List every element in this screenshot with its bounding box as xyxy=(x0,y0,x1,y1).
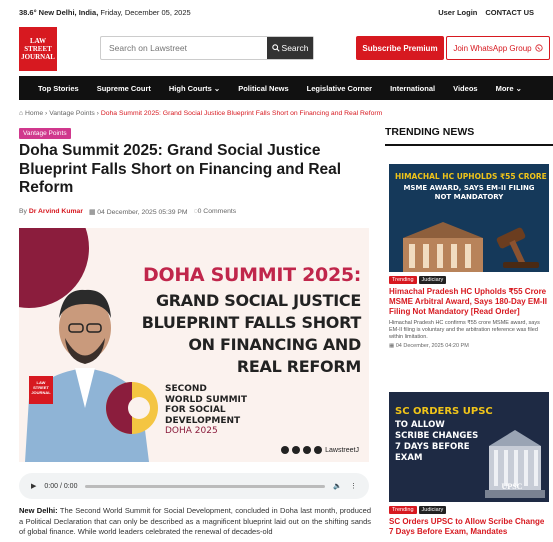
user-login-link[interactable]: User Login xyxy=(438,8,477,17)
summit-text: SECOND WORLD SUMMIT FOR SOCIAL DEVELOPME… xyxy=(165,384,248,436)
search-button[interactable]: Search xyxy=(267,37,313,59)
publish-date: ▦ 04 December, 2025 05:39 PM xyxy=(89,208,188,216)
trending-card[interactable]: SC ORDERS UPSC TO ALLOW SCRIBE CHANGES 7… xyxy=(389,392,549,537)
article-title: Doha Summit 2025: Grand Social Justice B… xyxy=(19,142,342,196)
nav-more-label: More xyxy=(495,83,514,93)
weather-text: 38.6° New Delhi, India, xyxy=(19,7,99,17)
social-handle: LawstreetJ xyxy=(281,446,359,454)
comments-count[interactable]: ◌0 Comments xyxy=(194,208,237,216)
upsc-caption: UPSC xyxy=(501,482,523,491)
nav-supreme-court[interactable]: Supreme Court xyxy=(88,84,160,93)
trending-heading: TRENDING NEWS xyxy=(385,126,475,138)
calendar-icon: ▦ xyxy=(88,209,96,216)
logo-line-2: STREET xyxy=(24,45,52,53)
byline: By Dr Arvind Kumar xyxy=(19,208,83,216)
handle-text: LawstreetJ xyxy=(325,446,359,454)
article-body: New Delhi: The Second World Summit for S… xyxy=(19,506,371,538)
by-label: By xyxy=(19,208,27,215)
card-badges: Trending Judiciary xyxy=(389,276,549,284)
audio-time: 0:00 / 0:00 xyxy=(44,482,78,490)
gavel-icon xyxy=(496,227,539,268)
search-button-label: Search xyxy=(281,43,309,53)
trending-badge[interactable]: Trending xyxy=(389,506,417,514)
x-icon xyxy=(314,446,323,454)
audio-player: ▶ 0:00 / 0:00 🔈 ⋮ xyxy=(19,473,369,499)
nav-legislative-corner[interactable]: Legislative Corner xyxy=(298,84,381,93)
summit-emblem xyxy=(106,382,158,434)
logo-line-3: JOURNAL xyxy=(21,53,55,61)
search-input[interactable] xyxy=(101,37,267,59)
nav-high-courts[interactable]: High Courts ⌄ xyxy=(160,84,229,93)
nav-top-stories[interactable]: Top Stories xyxy=(29,84,88,93)
trending-card-title[interactable]: SC Orders UPSC to Allow Scribe Change 7 … xyxy=(389,517,549,537)
breadcrumb-section[interactable]: Vantage Points xyxy=(49,110,95,117)
court-building-illustration xyxy=(403,222,483,272)
site-header: LAW STREET JOURNAL Search Subscribe Prem… xyxy=(0,24,553,74)
trending-card-image[interactable]: SC ORDERS UPSC TO ALLOW SCRIBE CHANGES 7… xyxy=(389,392,549,502)
facebook-icon xyxy=(292,446,301,454)
linkedin-icon xyxy=(303,446,312,454)
chevron-down-icon: ⌄ xyxy=(213,83,221,93)
hero-headline-body: GRAND SOCIAL JUSTICE BLUEPRINT FALLS SHO… xyxy=(141,291,362,376)
comments-text: 0 Comments xyxy=(197,208,237,215)
play-icon[interactable]: ▶ xyxy=(31,482,36,490)
breadcrumb: ⌂ Home › Vantage Points › Doha Summit 20… xyxy=(19,110,382,117)
judiciary-badge[interactable]: Judiciary xyxy=(418,506,447,514)
card-badges: Trending Judiciary xyxy=(389,506,549,514)
instagram-icon xyxy=(281,446,290,454)
trending-card-date-text: 04 December, 2025 04:20 PM xyxy=(395,343,469,349)
author-link[interactable]: Dr Arvind Kumar xyxy=(29,208,83,215)
publish-date-text: 04 December, 2025 05:39 PM xyxy=(97,209,188,216)
breadcrumb-current: Doha Summit 2025: Grand Social Justice B… xyxy=(100,110,383,117)
calendar-icon: ▦ xyxy=(389,343,395,349)
logo-line-1: LAW xyxy=(30,37,46,45)
search-box: Search xyxy=(100,36,314,60)
breadcrumb-home[interactable]: Home xyxy=(25,110,43,117)
top-bar: 38.6° New Delhi, India, Friday, December… xyxy=(0,0,553,24)
nav-videos[interactable]: Videos xyxy=(444,84,486,93)
volume-icon[interactable]: 🔈 xyxy=(333,482,342,490)
join-whatsapp-button[interactable]: Join WhatsApp Group xyxy=(446,36,550,60)
search-icon xyxy=(271,44,280,52)
home-icon: ⌂ xyxy=(19,110,24,117)
nav-high-courts-label: High Courts xyxy=(168,83,212,93)
watermark-logo: LAW STREET JOURNAL xyxy=(29,376,53,404)
trending-card[interactable]: HIMACHAL HC UPHOLDS ₹55 CRORE MSME AWARD… xyxy=(389,164,549,349)
trending-card-title[interactable]: Himachal Pradesh HC Upholds ₹55 Crore MS… xyxy=(389,287,549,317)
subscribe-premium-button[interactable]: Subscribe Premium xyxy=(356,36,444,60)
date-text: Friday, December 05, 2025 xyxy=(98,7,191,17)
trending-card-excerpt: Himachal Pradesh HC confirms ₹55 crore M… xyxy=(389,320,540,340)
trending-card-image[interactable]: HIMACHAL HC UPHOLDS ₹55 CRORE MSME AWARD… xyxy=(389,164,549,272)
judiciary-badge[interactable]: Judiciary xyxy=(418,276,447,284)
date-weather: 38.6° New Delhi, India, Friday, December… xyxy=(19,8,191,17)
whatsapp-label: Join WhatsApp Group xyxy=(453,43,532,53)
nav-more[interactable]: More ⌄ xyxy=(487,84,531,93)
dateline: New Delhi: xyxy=(19,506,58,515)
trending-badge[interactable]: Trending xyxy=(389,276,417,284)
category-tag[interactable]: Vantage Points xyxy=(19,128,71,139)
nav-political-news[interactable]: Political News xyxy=(229,84,297,93)
more-options-icon[interactable]: ⋮ xyxy=(350,482,357,490)
article-meta: By Dr Arvind Kumar ▦ 04 December, 2025 0… xyxy=(19,208,236,216)
trending-divider xyxy=(385,144,553,146)
contact-us-link[interactable]: CONTACT US xyxy=(485,8,534,17)
hero-image: LAW STREET JOURNAL DOHA SUMMIT 2025: GRA… xyxy=(19,228,369,462)
main-nav: Top Stories Supreme Court High Courts ⌄ … xyxy=(19,76,553,100)
hero-headline-1: DOHA SUMMIT 2025: xyxy=(143,264,362,286)
body-paragraph: The Second World Summit for Social Devel… xyxy=(19,506,371,536)
audio-progress-bar[interactable] xyxy=(85,484,326,488)
nav-international[interactable]: International xyxy=(381,84,444,93)
site-logo[interactable]: LAW STREET JOURNAL xyxy=(19,27,57,71)
chevron-down-icon: ⌄ xyxy=(515,83,522,93)
whatsapp-icon xyxy=(535,44,543,52)
trending-card-date: ▦ 04 December, 2025 04:20 PM xyxy=(389,343,549,349)
